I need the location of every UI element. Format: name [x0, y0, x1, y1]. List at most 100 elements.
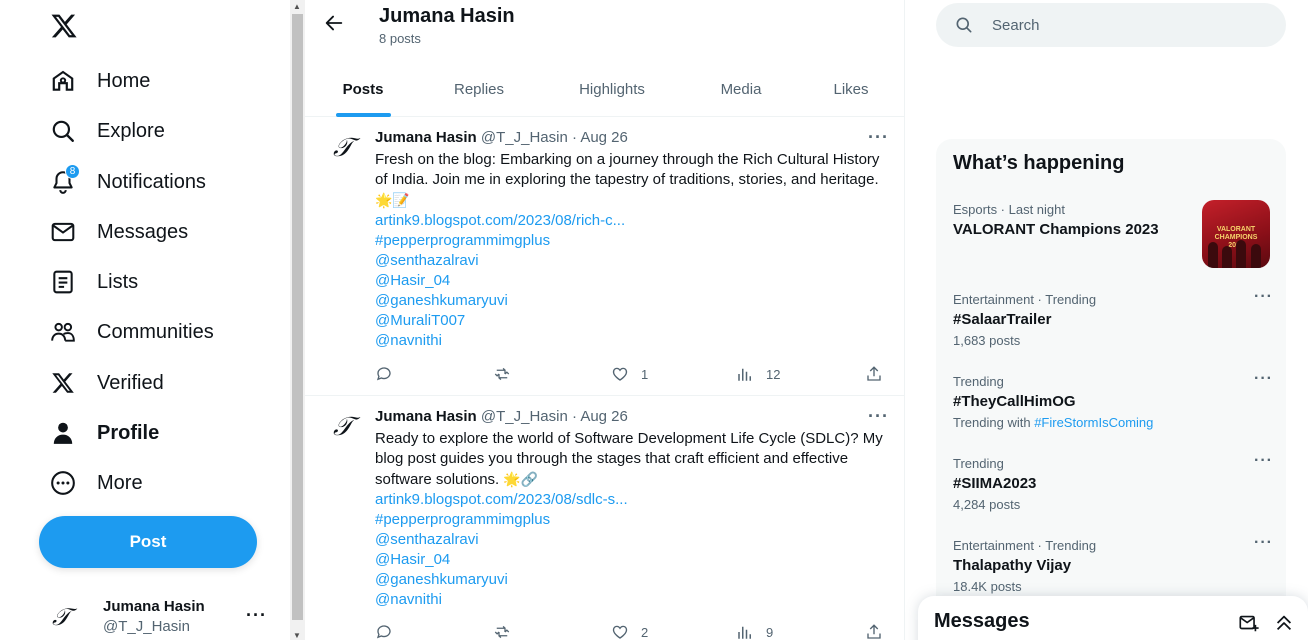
follow-button[interactable]: [1188, 47, 1256, 53]
more-dots-icon[interactable]: ···: [1254, 534, 1273, 552]
tweet-author-name[interactable]: Jumana Hasin: [375, 408, 477, 425]
repost-icon: [494, 367, 510, 381]
post-button[interactable]: Post: [39, 516, 257, 568]
trend-related-tag[interactable]: #FireStormIsComing: [1034, 415, 1153, 430]
share-button[interactable]: [865, 622, 895, 640]
nav-home[interactable]: Home: [50, 61, 150, 101]
share-button[interactable]: [865, 364, 895, 384]
scrollbar[interactable]: ▲ ▼: [290, 0, 305, 640]
tweet[interactable]: 𝒯 Jumana Hasin @T_J_Hasin · Aug 26 ··· R…: [305, 396, 904, 640]
account-text: Jumana Hasin @T_J_Hasin: [103, 597, 205, 637]
trend-post-count: 18.4K posts: [953, 579, 1022, 594]
more-dots-icon[interactable]: ···: [1254, 288, 1273, 306]
more-dots-icon[interactable]: ···: [868, 127, 889, 148]
tweet-meta: @T_J_Hasin · Aug 26: [480, 408, 628, 425]
tweet-author-name[interactable]: Jumana Hasin: [375, 129, 477, 146]
post-count: 8 posts: [379, 31, 421, 46]
trend-item[interactable]: Trending #TheyCallHimOG Trending with #F…: [953, 370, 1273, 430]
show-more-link[interactable]: Show more: [953, 86, 1029, 103]
tab-likes[interactable]: Likes: [803, 62, 899, 117]
avatar: 𝒯: [52, 603, 71, 631]
tweet[interactable]: 𝒯 Jumana Hasin @T_J_Hasin · Aug 26 ··· F…: [305, 117, 904, 396]
more-dots-icon[interactable]: ···: [1254, 370, 1273, 388]
hashtag-link[interactable]: #pepperprogrammimgplus: [375, 231, 895, 251]
nav-notifications[interactable]: 8 Notifications: [50, 162, 206, 202]
views-button[interactable]: 12: [736, 364, 780, 384]
nav-messages[interactable]: Messages: [50, 212, 188, 252]
trend-category: Esports · Last night: [953, 202, 1065, 217]
views-button[interactable]: 9: [736, 622, 773, 640]
nav-lists[interactable]: Lists: [50, 262, 138, 302]
tab-media[interactable]: Media: [685, 62, 797, 117]
mention-link[interactable]: @senthazalravi: [375, 251, 895, 271]
messages-drawer[interactable]: Messages: [918, 596, 1308, 640]
scroll-thumb[interactable]: [292, 14, 303, 620]
nav-communities[interactable]: Communities: [50, 312, 214, 352]
trend-subtitle: Trending with #FireStormIsComing: [953, 415, 1273, 430]
back-arrow-icon[interactable]: [323, 12, 345, 34]
new-message-icon[interactable]: [1238, 612, 1260, 634]
more-dots-icon[interactable]: ···: [1254, 452, 1273, 470]
tab-highlights[interactable]: Highlights: [549, 62, 675, 117]
mention-link[interactable]: @Hasir_04: [375, 550, 895, 570]
trend-item[interactable]: Esports · Last night VALORANT Champions …: [953, 202, 1183, 238]
like-button[interactable]: 1: [611, 364, 648, 384]
avatar[interactable]: 𝒯: [333, 412, 353, 443]
mention-link[interactable]: @senthazalravi: [375, 530, 895, 550]
main-timeline: Jumana Hasin 8 posts Posts Replies Highl…: [305, 0, 905, 640]
reply-button[interactable]: [375, 364, 405, 384]
scroll-up-arrow-icon[interactable]: ▲: [293, 2, 301, 11]
heart-icon: [612, 625, 628, 639]
trend-category: Entertainment · Trending: [953, 292, 1097, 307]
view-count: 9: [766, 624, 774, 640]
mention-link[interactable]: @navnithi: [375, 331, 895, 351]
x-logo-icon[interactable]: [50, 12, 78, 40]
search-input[interactable]: [992, 16, 1242, 34]
nav-explore[interactable]: Explore: [50, 111, 165, 151]
trend-item[interactable]: Entertainment · Trending #SalaarTrailer …: [953, 288, 1273, 348]
tweet-link[interactable]: artink9.blogspot.com/2023/08/sdlc-s...: [375, 490, 895, 510]
mention-link[interactable]: @Hasir_04: [375, 271, 895, 291]
trend-title: #SalaarTrailer: [953, 311, 1052, 328]
nav-more[interactable]: More: [50, 463, 143, 503]
tab-media-label: Media: [720, 81, 762, 98]
tweet-link[interactable]: artink9.blogspot.com/2023/08/rich-c...: [375, 211, 895, 231]
avatar[interactable]: [958, 47, 988, 59]
avatar[interactable]: 𝒯: [333, 133, 353, 164]
bar-chart-icon: [738, 368, 751, 381]
view-count: 12: [766, 366, 781, 382]
mention-link[interactable]: @ganeshkumaryuvi: [375, 291, 895, 311]
mention-link[interactable]: @navnithi: [375, 590, 895, 610]
figure-shape: [1222, 246, 1232, 268]
mention-link[interactable]: @ganeshkumaryuvi: [375, 570, 895, 590]
trend-item[interactable]: Trending #SIIMA2023 4,284 posts ···: [953, 452, 1273, 512]
scroll-down-arrow-icon[interactable]: ▼: [293, 631, 301, 640]
repost-button[interactable]: [493, 622, 523, 640]
nav-verified[interactable]: Verified: [50, 363, 164, 403]
nav-explore-label: Explore: [97, 119, 165, 142]
more-dots-icon[interactable]: ···: [246, 605, 267, 626]
messages-drawer-title: Messages: [934, 610, 1030, 632]
notification-badge: 8: [65, 164, 80, 179]
reply-button[interactable]: [375, 622, 405, 640]
trend-thumbnail[interactable]: VALORANT CHAMPIONS 2023: [1202, 200, 1270, 268]
account-switcher[interactable]: 𝒯 Jumana Hasin @T_J_Hasin ···: [52, 595, 277, 639]
repost-button[interactable]: [493, 364, 523, 384]
more-dots-icon[interactable]: ···: [868, 406, 889, 427]
like-button[interactable]: 2: [611, 622, 648, 640]
nav-profile[interactable]: Profile: [50, 413, 159, 453]
mail-icon: [50, 219, 76, 245]
hashtag-link[interactable]: #pepperprogrammimgplus: [375, 510, 895, 530]
search-bar[interactable]: [936, 3, 1286, 47]
like-count: 2: [641, 624, 649, 640]
trend-item[interactable]: Entertainment · Trending Thalapathy Vija…: [953, 534, 1273, 594]
tweet-meta: @T_J_Hasin · Aug 26: [480, 129, 628, 146]
share-icon: [867, 624, 881, 639]
tab-replies[interactable]: Replies: [421, 62, 537, 117]
mention-link[interactable]: @MuraliT007: [375, 311, 895, 331]
tab-posts[interactable]: Posts: [305, 62, 421, 117]
chevron-up-icon[interactable]: [1273, 612, 1295, 634]
figure-shape: [1208, 242, 1218, 268]
trend-post-count: 4,284 posts: [953, 497, 1021, 512]
right-sidebar: Show more What’s happening Esports · Las…: [905, 0, 1308, 640]
